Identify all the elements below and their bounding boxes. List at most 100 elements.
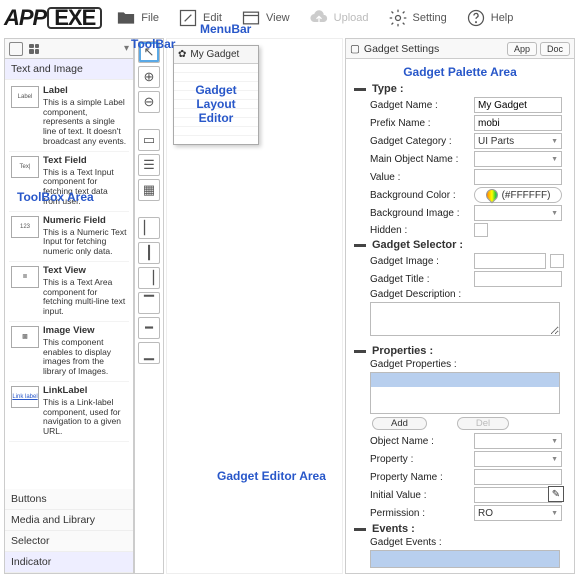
gadget-image-browse[interactable]: [550, 254, 564, 268]
label-gadget-title: Gadget Title :: [370, 274, 470, 285]
toolbox-cat-buttons[interactable]: Buttons: [5, 489, 133, 510]
label-main-object: Main Object Name :: [370, 154, 470, 165]
tool-grid[interactable]: ▦: [138, 179, 160, 201]
select-property[interactable]: ▼: [474, 451, 562, 467]
menu-upload: Upload: [302, 7, 375, 29]
help-icon: [465, 7, 487, 29]
toolbox-list-icon[interactable]: [9, 42, 23, 56]
input-property-name[interactable]: [474, 469, 562, 485]
menu-edit[interactable]: Edit: [171, 7, 228, 29]
menu-help[interactable]: Help: [459, 7, 520, 29]
input-gadget-name[interactable]: [474, 97, 562, 113]
label-gadget-name: Gadget Name :: [370, 100, 470, 111]
toolbox-item-label[interactable]: LabelLabelThis is a simple Label compone…: [9, 82, 129, 152]
input-value[interactable]: [474, 169, 562, 185]
toolbox-item-linklabel[interactable]: Link labelLinkLabelThis is a Link-label …: [9, 382, 129, 442]
gadget-settings-panel: ▢ Gadget Settings App Doc Gadget Palette…: [345, 38, 575, 574]
tool-align-middle[interactable]: ━: [138, 317, 160, 339]
header-app-button[interactable]: App: [507, 42, 537, 56]
rect-icon: ▭: [143, 132, 155, 148]
tool-pointer[interactable]: ↖: [138, 41, 160, 63]
select-permission[interactable]: RO▼: [474, 505, 562, 521]
tool-zoom-in[interactable]: ⊕: [138, 66, 160, 88]
toolbox-header: ▾: [5, 39, 133, 59]
align-left-icon: ▏: [144, 220, 154, 236]
chevron-down-icon[interactable]: ▾: [124, 43, 129, 54]
menubar: APPEXE File Edit View Upload Setting Hel…: [0, 0, 579, 36]
select-category[interactable]: UI Parts▼: [474, 133, 562, 149]
tool-stack[interactable]: ☰: [138, 154, 160, 176]
align-center-icon: ┃: [145, 245, 153, 261]
section-type: Type :: [354, 83, 566, 95]
checkbox-hidden[interactable]: [474, 223, 488, 237]
label-value: Value :: [370, 172, 470, 183]
tool-zoom-out[interactable]: ⊖: [138, 91, 160, 113]
section-properties: Properties :: [354, 345, 566, 357]
color-drop-icon: [483, 187, 500, 204]
gear-icon: [387, 7, 409, 29]
gadget-properties-table[interactable]: [370, 372, 560, 414]
settings-header: ▢ Gadget Settings App Doc: [346, 39, 574, 59]
edit-initial-icon[interactable]: ✎: [548, 486, 564, 502]
toolbox-bottom-categories: Buttons Media and Library Selector Indic…: [5, 489, 133, 573]
toolbox-item-textfield[interactable]: Tex|Text FieldThis is a Text Input compo…: [9, 152, 129, 212]
select-bgimage[interactable]: ▼: [474, 205, 562, 221]
label-icon: Label: [11, 86, 39, 108]
del-button[interactable]: Del: [457, 417, 509, 430]
toolbox-category-open[interactable]: Text and Image: [5, 59, 133, 80]
zoom-in-icon: ⊕: [144, 69, 155, 85]
label-initial-value: Initial Value :: [370, 490, 470, 501]
label-gadget-events: Gadget Events :: [370, 537, 442, 548]
toolbox-item-imageview[interactable]: ▩Image ViewThis component enables to dis…: [9, 322, 129, 382]
header-doc-button[interactable]: Doc: [540, 42, 570, 56]
textview-icon: ≣: [11, 266, 39, 288]
toolbox-item-numeric[interactable]: 123Numeric FieldThis is a Numeric Text I…: [9, 212, 129, 262]
folder-icon: [115, 7, 137, 29]
label-prefix: Prefix Name :: [370, 118, 470, 129]
toolbox-grid-icon[interactable]: [27, 42, 41, 56]
align-bottom-icon: ▁: [144, 345, 154, 361]
select-object-name[interactable]: ▼: [474, 433, 562, 449]
select-main-object[interactable]: ▼: [474, 151, 562, 167]
linklabel-icon: Link label: [11, 386, 39, 408]
gadget-events-table[interactable]: [370, 550, 560, 568]
tool-align-bottom[interactable]: ▁: [138, 342, 160, 364]
toolbar-strip: ↖ ⊕ ⊖ ▭ ☰ ▦ ▏ ┃ ▕ ▔ ━ ▁: [134, 38, 164, 574]
tool-align-left[interactable]: ▏: [138, 217, 160, 239]
textfield-icon: Tex|: [11, 156, 39, 178]
input-prefix[interactable]: [474, 115, 562, 131]
pencil-icon: [177, 7, 199, 29]
window-icon: [240, 7, 262, 29]
input-gadget-image[interactable]: [474, 253, 546, 269]
menu-file[interactable]: File: [109, 7, 165, 29]
input-gadget-title[interactable]: [474, 271, 562, 287]
imageview-icon: ▩: [11, 326, 39, 348]
toolbox-item-textview[interactable]: ≣Text ViewThis is a Text Area component …: [9, 262, 129, 322]
grid-icon: ▦: [143, 182, 155, 198]
textarea-gadget-description[interactable]: [370, 302, 560, 336]
toolbox-cat-selector[interactable]: Selector: [5, 531, 133, 552]
label-gadget-description: Gadget Description :: [370, 289, 461, 300]
tool-align-right[interactable]: ▕: [138, 267, 160, 289]
label-permission: Permission :: [370, 508, 470, 519]
pointer-icon: ↖: [144, 44, 155, 60]
gadget-editor[interactable]: ✿ My Gadget Gadget Layout Editor Gadget …: [166, 38, 343, 574]
tool-align-center[interactable]: ┃: [138, 242, 160, 264]
toolbox-cat-media[interactable]: Media and Library: [5, 510, 133, 531]
settings-panel-title: Gadget Settings: [364, 43, 439, 55]
cloud-upload-icon: [308, 7, 330, 29]
gadget-canvas-title: ✿ My Gadget: [174, 46, 258, 64]
label-category: Gadget Category :: [370, 136, 470, 147]
toolbox-cat-indicator[interactable]: Indicator: [5, 552, 133, 573]
align-right-icon: ▕: [144, 270, 154, 286]
menu-setting[interactable]: Setting: [381, 7, 453, 29]
tool-align-top[interactable]: ▔: [138, 292, 160, 314]
label-bgimage: Background Image :: [370, 208, 470, 219]
numeric-icon: 123: [11, 216, 39, 238]
colorpicker-bg[interactable]: (#FFFFFF): [474, 187, 562, 203]
gadget-canvas[interactable]: ✿ My Gadget Gadget Layout Editor: [173, 45, 259, 145]
menu-view[interactable]: View: [234, 7, 296, 29]
tool-rect[interactable]: ▭: [138, 129, 160, 151]
add-button[interactable]: Add: [372, 417, 427, 430]
settings-panel-icon: ▢: [350, 43, 360, 55]
